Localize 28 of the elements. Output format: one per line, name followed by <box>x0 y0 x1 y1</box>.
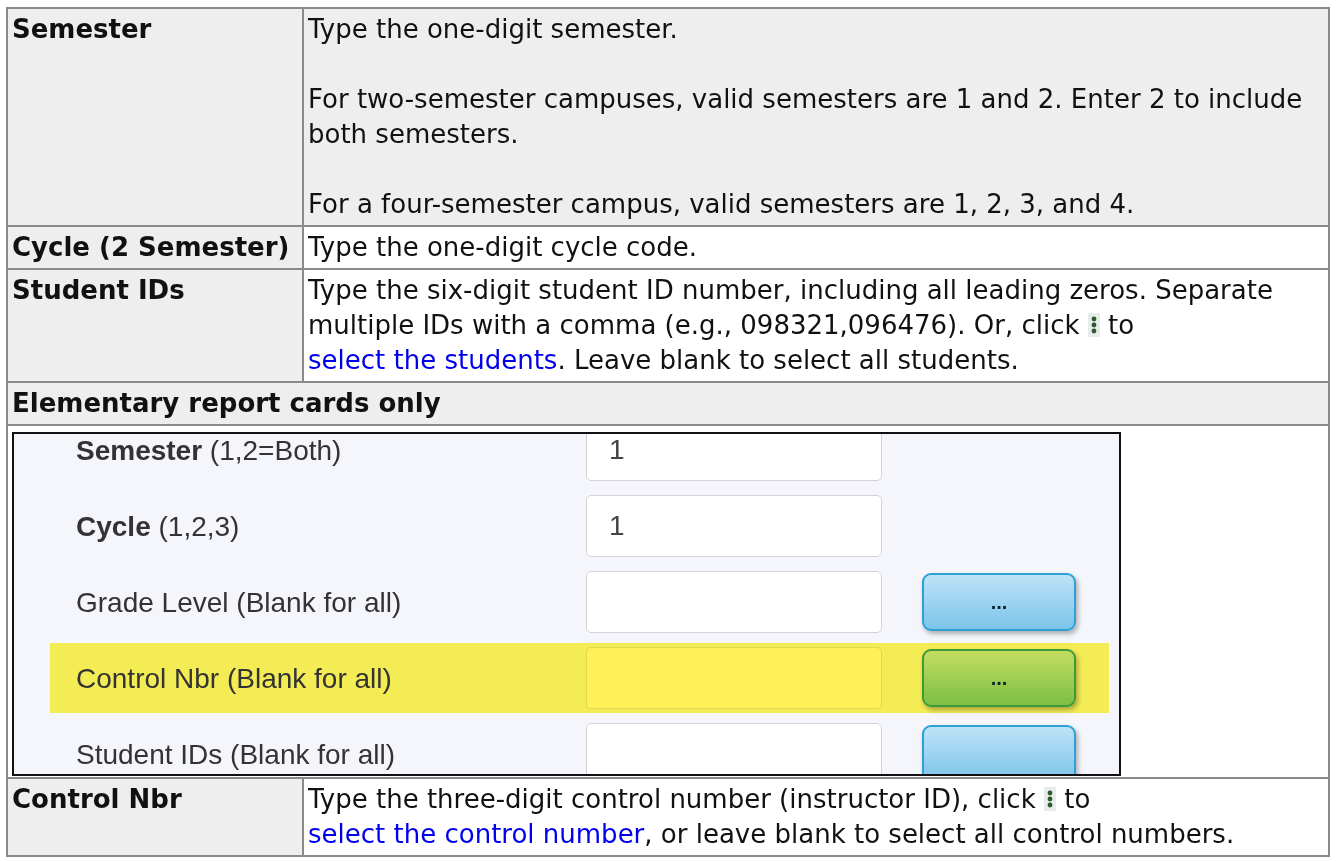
field-name: Cycle (2 Semester) <box>12 232 290 262</box>
description-text: Type the six-digit student ID number, including all leading zeros. Separate multiple IDs with a comma (e.g., 098321,096476). Or, click to select the students. Leave blank to select all students. <box>308 274 1274 377</box>
field-label: Grade Level (Blank for all) <box>75 585 403 620</box>
description-text: For two-semester campuses, valid semesters are 1 and 2. Enter 2 to include both semesters. <box>308 83 1304 151</box>
field-name: Control Nbr <box>12 784 182 814</box>
input-field[interactable]: 1 <box>586 495 882 557</box>
field-label: Cycle (1,2,3) <box>75 509 241 544</box>
input-field[interactable] <box>586 723 882 774</box>
help-link[interactable]: select the students <box>308 345 558 375</box>
field-name: Semester <box>12 14 152 44</box>
field-label: Control Nbr (Blank for all) <box>75 661 393 696</box>
field-name: Student IDs <box>12 275 185 305</box>
input-field[interactable]: 1 <box>586 434 882 481</box>
section-heading: Elementary report cards only <box>12 388 441 418</box>
input-field[interactable] <box>586 571 882 633</box>
field-label: Student IDs (Blank for all) <box>75 737 397 772</box>
description-text: Type the three-digit control number (instructor ID), click to select the control number, or leave blank to select all control numbers. <box>308 783 1236 851</box>
input-field[interactable] <box>586 647 882 709</box>
description-text: Type the one-digit cycle code. <box>308 231 699 264</box>
lookup-button[interactable] <box>922 725 1076 774</box>
field-label: Semester (1,2=Both) <box>75 434 343 468</box>
help-link[interactable]: select the control number <box>308 819 645 849</box>
lookup-button[interactable]: ... <box>922 573 1076 631</box>
kebab-icon[interactable] <box>1087 313 1100 337</box>
description-text: For a four-semester campus, valid semesters are 1, 2, 3, and 4. <box>308 188 1136 221</box>
lookup-button[interactable]: ... <box>922 649 1076 707</box>
kebab-icon[interactable] <box>1043 787 1056 811</box>
description-text: Type the one-digit semester. <box>308 13 679 46</box>
